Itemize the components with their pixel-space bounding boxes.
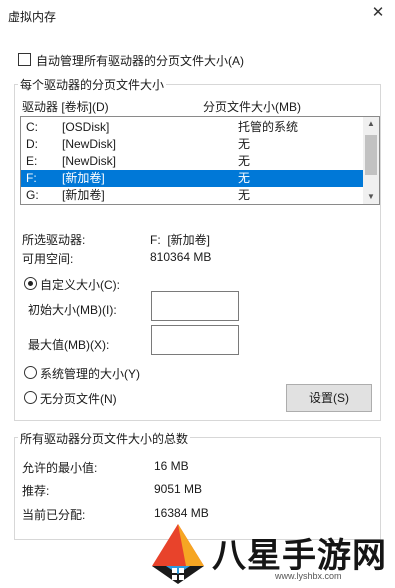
drive-row-c[interactable]: C: [OSDisk] 托管的系统 xyxy=(21,119,363,136)
drive-paging-size: 无 xyxy=(238,188,251,202)
custom-size-radio[interactable] xyxy=(24,277,37,290)
drive-volume-label: [新加卷] xyxy=(62,188,105,202)
drive-paging-size: 无 xyxy=(238,137,251,151)
radio-selected-dot xyxy=(28,281,33,286)
max-size-input[interactable] xyxy=(151,325,239,355)
drive-row-g[interactable]: G: [新加卷] 无 xyxy=(21,187,363,204)
drive-letter: D: xyxy=(26,137,38,151)
selected-drive-label: 所选驱动器: xyxy=(22,233,86,247)
totals-group-title: 所有驱动器分页文件大小的总数 xyxy=(18,430,191,447)
window-title: 虚拟内存 xyxy=(8,10,57,24)
scroll-thumb[interactable] xyxy=(365,135,377,175)
auto-manage-checkbox[interactable] xyxy=(18,53,31,66)
max-size-label: 最大值(MB)(X): xyxy=(28,338,110,352)
drive-row-f[interactable]: F: [新加卷] 无 xyxy=(21,170,363,187)
no-paging-label[interactable]: 无分页文件(N) xyxy=(40,390,117,407)
drive-letter: E: xyxy=(26,154,38,168)
per-drive-group-title: 每个驱动器的分页文件大小 xyxy=(18,76,167,93)
drive-letter: F: xyxy=(26,171,37,185)
auto-manage-label[interactable]: 自动管理所有驱动器的分页文件大小(A) xyxy=(36,52,244,69)
watermark-url: www.lyshbx.com xyxy=(275,571,342,581)
system-managed-label[interactable]: 系统管理的大小(Y) xyxy=(40,365,140,382)
column-header-size: 分页文件大小(MB) xyxy=(203,100,301,114)
current-allocated-label: 当前已分配: xyxy=(22,508,86,522)
system-managed-radio[interactable] xyxy=(24,366,37,379)
drive-row-e[interactable]: E: [NewDisk] 无 xyxy=(21,153,363,170)
drive-paging-size: 无 xyxy=(238,171,251,185)
recommended-label: 推荐: xyxy=(22,484,50,498)
watermark-text: 八星手游网 xyxy=(212,537,387,575)
min-allowed-value: 16 MB xyxy=(154,459,189,473)
drive-list[interactable]: C: [OSDisk] 托管的系统 D: [NewDisk] 无 E: [New… xyxy=(20,116,380,205)
site-logo-icon xyxy=(152,524,204,584)
set-button[interactable]: 设置(S) xyxy=(286,384,372,412)
initial-size-input[interactable] xyxy=(151,291,239,321)
initial-size-label: 初始大小(MB)(I): xyxy=(28,303,117,317)
recommended-value: 9051 MB xyxy=(154,482,203,496)
close-icon[interactable]: ✕ xyxy=(369,4,387,22)
drive-paging-size: 托管的系统 xyxy=(238,120,299,134)
free-space-value: 810364 MB xyxy=(150,250,212,264)
drive-volume-label: [NewDisk] xyxy=(62,154,117,168)
min-allowed-label: 允许的最小值: xyxy=(22,461,98,475)
current-allocated-value: 16384 MB xyxy=(154,506,209,520)
drive-volume-label: [OSDisk] xyxy=(62,120,110,134)
drive-row-d[interactable]: D: [NewDisk] 无 xyxy=(21,136,363,153)
custom-size-label[interactable]: 自定义大小(C): xyxy=(40,276,120,293)
drive-letter: G: xyxy=(26,188,39,202)
drive-list-scrollbar[interactable]: ▲ ▼ xyxy=(363,117,379,204)
no-paging-radio[interactable] xyxy=(24,391,37,404)
drive-volume-label: [NewDisk] xyxy=(62,137,117,151)
selected-drive-value: F: [新加卷] xyxy=(150,233,211,247)
scroll-down-icon[interactable]: ▼ xyxy=(363,190,379,204)
drive-volume-label: [新加卷] xyxy=(62,171,105,185)
free-space-label: 可用空间: xyxy=(22,252,74,266)
scroll-up-icon[interactable]: ▲ xyxy=(363,117,379,131)
drive-paging-size: 无 xyxy=(238,154,251,168)
column-header-drive: 驱动器 [卷标](D) xyxy=(22,100,109,114)
drive-letter: C: xyxy=(26,120,38,134)
